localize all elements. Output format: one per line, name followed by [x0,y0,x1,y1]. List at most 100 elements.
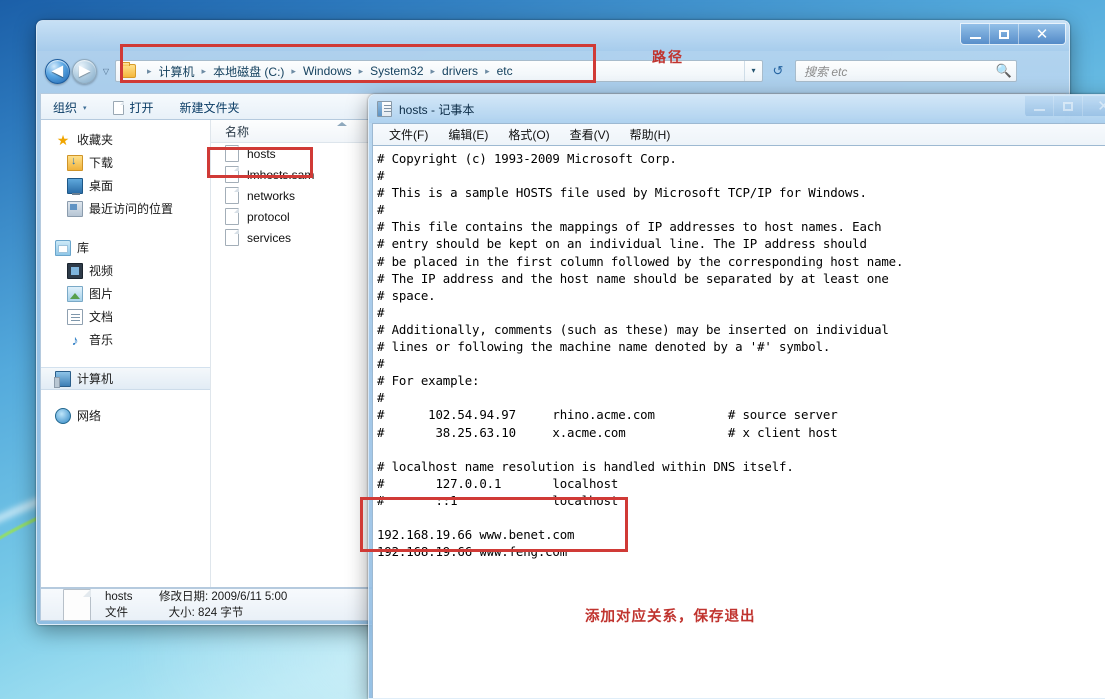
details-file-name: hosts [105,590,133,603]
back-button[interactable]: ◀ [45,58,70,84]
notepad-window-controls[interactable]: ✕ [1025,96,1105,117]
video-icon [67,262,83,279]
menu-file[interactable]: 文件(F) [379,126,438,143]
sidebar-item-videos[interactable]: 视频 [41,259,210,282]
refresh-button[interactable]: ↺ [766,60,790,82]
file-name-services: services [247,230,292,245]
open-label: 打开 [129,101,154,115]
explorer-titlebar[interactable]: ✕ [37,21,1069,51]
explorer-address-row: ◀ ▶ ▽ ▸ 计算机 ▸ 本地磁盘 (C:) ▸ Windows ▸ Syst… [37,51,1069,91]
menu-view[interactable]: 查看(V) [560,126,620,143]
annotation-label-instruction: 添加对应关系，保存退出 [585,609,756,625]
close-icon: ✕ [1035,25,1049,43]
sidebar-item-recent-places[interactable]: 最近访问的位置 [41,197,210,220]
sidebar-item-music[interactable]: ♪ 音乐 [41,328,210,351]
recent-places-icon [67,200,83,217]
close-button[interactable]: ✕ [1083,96,1105,116]
close-icon: ✕ [1097,97,1105,115]
document-icon [67,308,83,325]
notepad-icon [377,101,392,117]
sort-ascending-icon [337,122,347,126]
menu-format[interactable]: 格式(O) [498,126,559,143]
navigation-pane[interactable]: ★ 收藏夹 下载 桌面 最近访问的位置 [41,120,211,587]
file-icon [225,166,239,183]
refresh-icon: ↺ [772,63,784,78]
forward-button[interactable]: ▶ [72,58,97,84]
maximize-button[interactable] [990,24,1019,44]
picture-icon [67,285,83,302]
notepad-title: hosts - 记事本 [399,102,475,117]
favorites-group: ★ 收藏夹 下载 桌面 最近访问的位置 [41,128,210,220]
history-dropdown-button[interactable]: ▽ [99,67,113,76]
column-header-label: 名称 [225,124,250,139]
back-arrow-icon: ◀ [52,61,63,78]
details-modified-label: 修改日期: [159,590,209,603]
details-size-label: 大小: [168,606,195,619]
search-input[interactable]: 搜索 etc 🔍 [795,60,1017,82]
library-icon [55,239,71,256]
search-icon: 🔍 [995,63,1012,78]
library-group: 库 视频 图片 文档 ♪ 音乐 [41,236,210,351]
file-icon [225,145,239,162]
file-name-protocol: protocol [247,209,290,224]
network-icon [55,407,71,424]
document-icon [112,100,124,115]
organize-button[interactable]: 组织 ▾ [53,99,87,116]
breadcrumb-separator: ▸ [485,65,490,76]
sidebar-label-documents: 文档 [89,310,114,324]
annotation-label-path: 路径 [652,50,684,66]
forward-arrow-icon: ▶ [79,61,90,78]
chevron-down-icon[interactable]: ▾ [744,61,762,81]
sidebar-item-network[interactable]: 网络 [41,404,210,427]
file-icon [63,588,91,621]
breadcrumb-separator: ▸ [430,65,436,76]
breadcrumb-separator: ▸ [201,65,207,76]
sidebar-item-downloads[interactable]: 下载 [41,151,210,174]
sidebar-label-music: 音乐 [89,333,114,347]
sidebar-item-favorites[interactable]: ★ 收藏夹 [41,128,210,151]
close-button[interactable]: ✕ [1019,24,1065,44]
menu-help[interactable]: 帮助(H) [620,126,681,143]
details-file-type: 文件 [105,606,128,619]
open-button[interactable]: 打开 [112,99,154,116]
sidebar-label-videos: 视频 [89,264,114,278]
sidebar-label-network: 网络 [77,409,102,423]
star-icon: ★ [56,131,70,148]
details-size-value: 824 字节 [198,606,244,619]
menu-edit[interactable]: 编辑(E) [438,126,498,143]
explorer-window-controls[interactable]: ✕ [960,23,1066,45]
notepad-titlebar[interactable]: hosts - 记事本 ✕ [369,95,1105,123]
sidebar-label-pictures: 图片 [89,287,114,301]
details-modified-value: 2009/6/11 5:00 [211,590,288,603]
file-name-lmhosts: lmhosts.sam [247,167,315,182]
breadcrumb-separator: ▸ [147,65,152,76]
breadcrumb-item-drivers[interactable]: drivers [442,64,478,78]
breadcrumb-separator: ▸ [358,65,364,76]
computer-icon [54,370,71,388]
sidebar-label-favorites: 收藏夹 [77,133,114,147]
notepad-menubar[interactable]: 文件(F) 编辑(E) 格式(O) 查看(V) 帮助(H) [372,123,1105,145]
minimize-button[interactable] [1025,96,1054,116]
file-icon [225,208,239,225]
sidebar-item-desktop[interactable]: 桌面 [41,174,210,197]
breadcrumb-item-computer[interactable]: 计算机 [159,63,195,80]
breadcrumb-item-etc[interactable]: etc [497,64,513,78]
sidebar-item-documents[interactable]: 文档 [41,305,210,328]
breadcrumb-item-system32[interactable]: System32 [370,64,423,78]
sidebar-label-libraries: 库 [77,241,90,255]
hosts-file-content[interactable]: # Copyright (c) 1993-2009 Microsoft Corp… [373,146,1105,560]
new-folder-button[interactable]: 新建文件夹 [180,99,240,116]
minimize-button[interactable] [961,24,990,44]
sidebar-item-pictures[interactable]: 图片 [41,282,210,305]
sidebar-item-computer[interactable]: 计算机 [41,367,210,390]
search-placeholder: 搜索 etc [804,64,848,79]
breadcrumb-item-windows[interactable]: Windows [303,64,352,78]
breadcrumb-item-localdisk[interactable]: 本地磁盘 (C:) [213,63,284,80]
file-name-networks: networks [247,188,296,203]
sidebar-item-libraries[interactable]: 库 [41,236,210,259]
maximize-button[interactable] [1054,96,1083,116]
sidebar-label-desktop: 桌面 [89,179,114,193]
